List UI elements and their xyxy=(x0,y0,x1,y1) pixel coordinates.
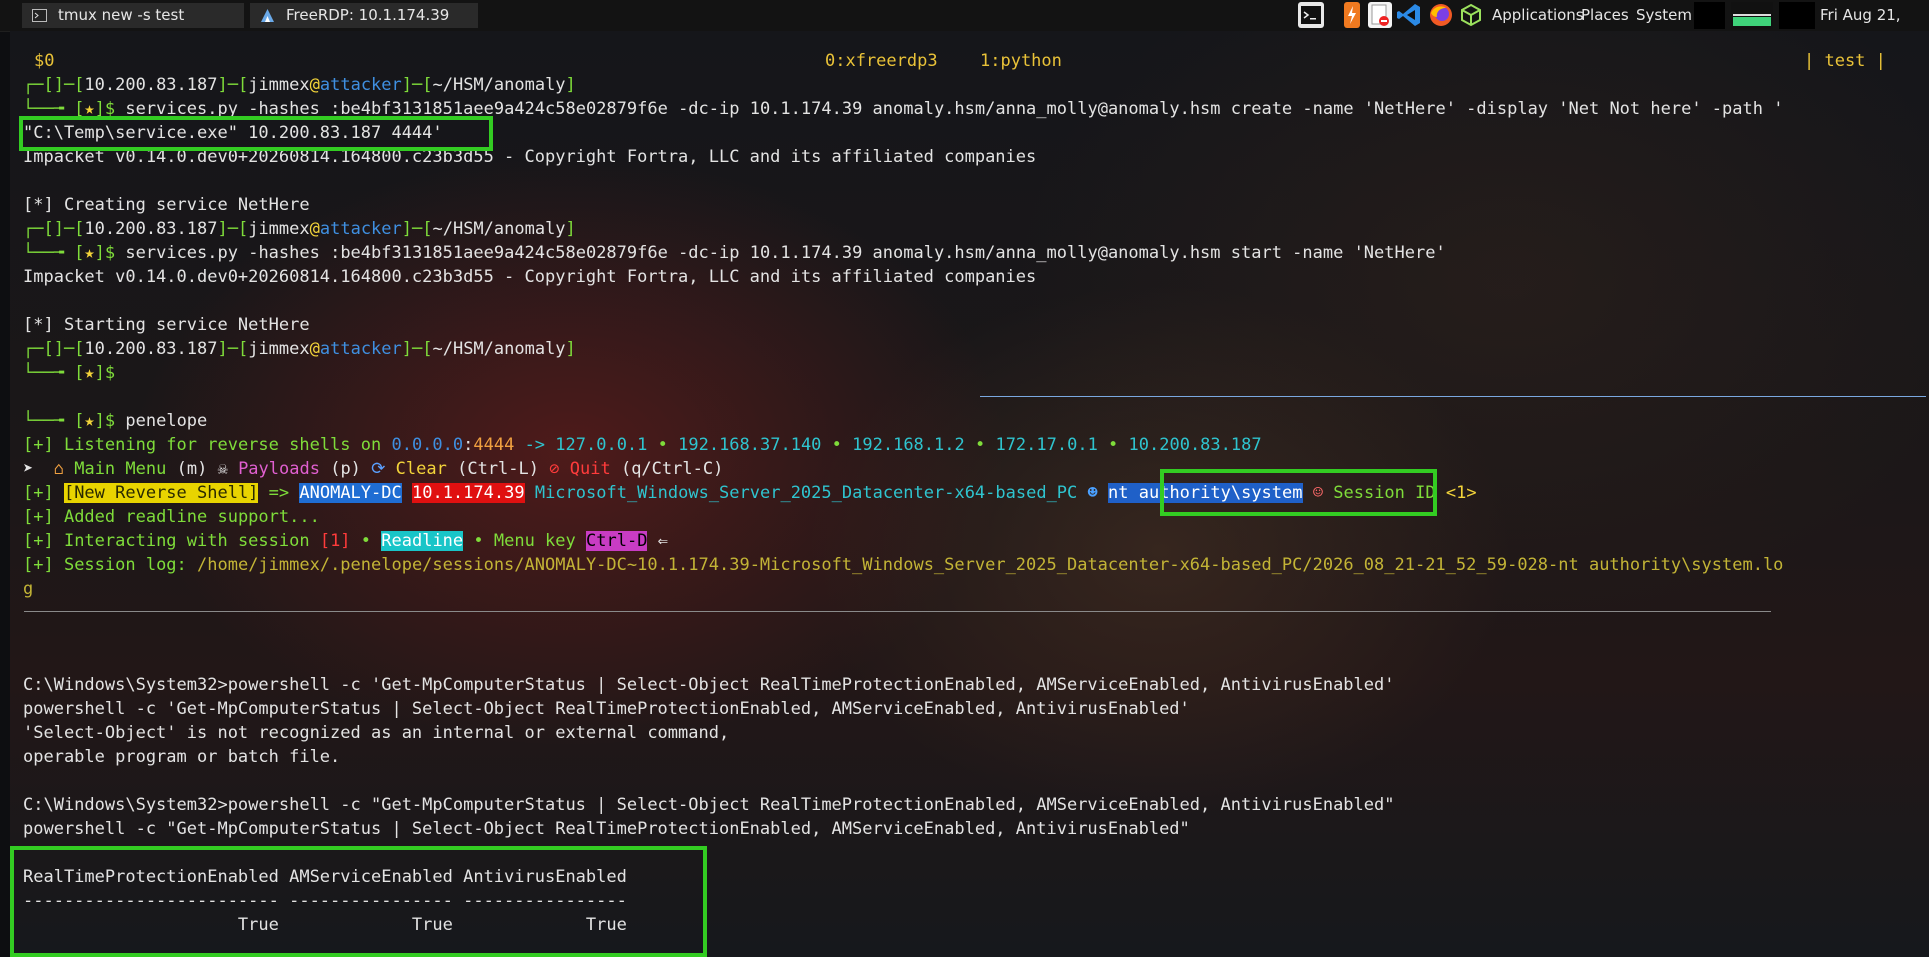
interacting-line: [+] Interacting with session [1] • Readl… xyxy=(23,531,668,551)
command-line: └──╼ [★]$ penelope xyxy=(23,411,208,431)
system-monitor-graph xyxy=(1731,2,1773,29)
command-line: └──╼ [★]$ services.py -hashes :be4bf3131… xyxy=(23,243,1446,263)
menu-system[interactable]: System xyxy=(1636,0,1692,31)
menu-applications[interactable]: Applications xyxy=(1492,0,1584,31)
taskbar-item-freerdp[interactable]: FreeRDP: 10.1.174.39 xyxy=(250,3,478,28)
package-icon[interactable] xyxy=(1458,2,1484,28)
firefox-icon[interactable] xyxy=(1428,2,1454,28)
taskbar-item-label: FreeRDP: 10.1.174.39 xyxy=(286,6,450,24)
cmd-echo-line: powershell -c 'Get-MpComputerStatus | Se… xyxy=(23,699,1190,719)
text-editor-icon[interactable] xyxy=(1368,2,1392,28)
prompt-line: ┌─[]─[10.200.83.187]─[jimmex@attacker]─[… xyxy=(23,219,576,239)
refresh-icon: ⟳ xyxy=(371,459,386,479)
output-line: [*] Creating service NetHere xyxy=(23,195,310,215)
cmd-prompt-line: C:\Windows\System32>powershell -c "Get-M… xyxy=(23,795,1395,815)
workspace-switcher-2[interactable] xyxy=(1779,2,1815,29)
cmd-echo-line: powershell -c "Get-MpComputerStatus | Se… xyxy=(23,819,1190,839)
cmd-prompt-line: C:\Windows\System32>powershell -c 'Get-M… xyxy=(23,675,1395,695)
workspace-switcher-1[interactable] xyxy=(1694,2,1725,29)
listening-line: [+] Listening for reverse shells on 0.0.… xyxy=(23,435,1262,455)
stop-icon: ⊘ xyxy=(549,459,560,479)
terminal-launcher-icon[interactable] xyxy=(1298,2,1324,28)
home-icon: ⌂ xyxy=(53,459,64,479)
error-line: operable program or batch file. xyxy=(23,747,341,767)
burpsuite-icon[interactable] xyxy=(1344,2,1360,28)
taskbar-item-tmux[interactable]: tmux new -s test xyxy=(22,3,244,28)
session-log-line: [+] Session log: /home/jimmex/.penelope/… xyxy=(23,555,1784,575)
pane-divider xyxy=(980,396,1926,397)
tmux-window-0[interactable]: 0:xfreerdp3 xyxy=(825,49,938,73)
tmux-session: $0 xyxy=(34,51,55,71)
freerdp-icon xyxy=(261,9,274,22)
terminal-icon xyxy=(32,9,47,22)
impacket-banner: Impacket v0.14.0.dev0+20260814.164800.c2… xyxy=(23,267,1037,287)
penelope-menu: ➤ ⌂ Main Menu (m) ☠ Payloads (p) ⟳ Clear… xyxy=(23,459,724,479)
tmux-status-right: | test | xyxy=(1804,51,1886,71)
session-log-wrap: g xyxy=(23,579,34,599)
menu-places[interactable]: Places xyxy=(1581,0,1629,31)
highlight-box-shell-user xyxy=(1160,469,1437,516)
vscode-icon[interactable] xyxy=(1396,2,1422,28)
tmux-window-1[interactable]: 1:python xyxy=(980,49,1062,73)
prompt-line: ┌─[]─[10.200.83.187]─[jimmex@attacker]─[… xyxy=(23,339,576,359)
output-line: [+] Added readline support... xyxy=(23,507,320,527)
prompt-line: ┌─[]─[10.200.83.187]─[jimmex@attacker]─[… xyxy=(23,75,576,95)
skull-icon: ☠ xyxy=(217,459,228,479)
output-line: [*] Starting service NetHere xyxy=(23,315,310,335)
highlight-box-service-path xyxy=(19,116,493,151)
user-icon: ☻ xyxy=(1087,483,1098,503)
error-line: 'Select-Object' is not recognized as an … xyxy=(23,723,730,743)
taskbar-item-label: tmux new -s test xyxy=(58,6,185,24)
session-separator xyxy=(24,611,1771,612)
command-line: └──╼ [★]$ xyxy=(23,363,116,383)
highlight-box-av-status xyxy=(10,846,707,957)
terminal-window[interactable]: $0 0:xfreerdp3 1:python | test | ┌─[]─[1… xyxy=(10,31,1929,957)
top-panel: tmux new -s test FreeRDP: 10.1.174.39 Ap… xyxy=(0,0,1929,55)
